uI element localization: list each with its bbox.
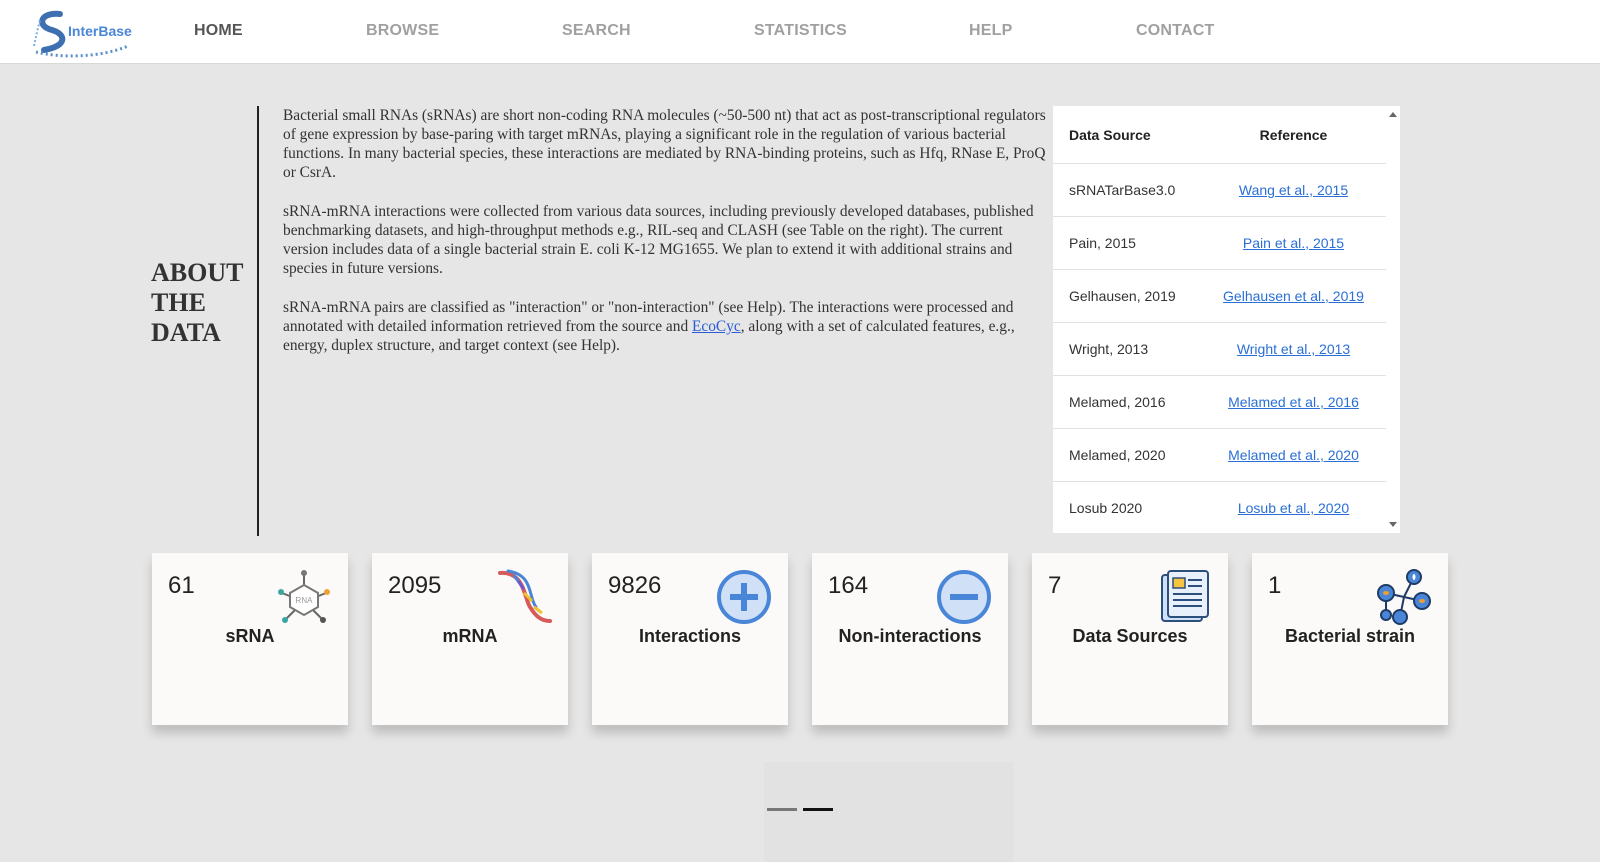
about-text: Bacterial small RNAs (sRNAs) are short n… xyxy=(283,106,1048,375)
stat-label: Interactions xyxy=(638,626,742,646)
svg-text:RNA: RNA xyxy=(296,596,314,605)
source-name: sRNATarBase3.0 xyxy=(1069,182,1176,198)
about-paragraph-3: sRNA-mRNA pairs are classified as "inter… xyxy=(283,298,1048,355)
reference-link[interactable]: Gelhausen et al., 2019 xyxy=(1223,288,1364,304)
top-navbar: InterBase HOME BROWSE SEARCH STATISTICS … xyxy=(0,0,1600,64)
stat-card-data-sources[interactable]: 7 Data Sources xyxy=(1032,553,1228,725)
source-name: Gelhausen, 2019 xyxy=(1069,288,1176,304)
pager-dot-2[interactable] xyxy=(803,808,833,811)
source-name: Losub 2020 xyxy=(1069,500,1143,516)
stat-card-bacterial-strain[interactable]: 1 Bacterial strain xyxy=(1252,553,1448,725)
stat-label: sRNA xyxy=(225,626,275,646)
reference-link[interactable]: Wright et al., 2013 xyxy=(1237,341,1350,357)
nav-browse[interactable]: BROWSE xyxy=(366,22,439,40)
stat-label: mRNA xyxy=(442,626,498,646)
stat-value: 61 xyxy=(168,572,195,599)
table-row: Gelhausen, 2019 Gelhausen et al., 2019 xyxy=(1053,269,1386,322)
table-row: Wright, 2013 Wright et al., 2013 xyxy=(1053,322,1386,375)
about-paragraph-1: Bacterial small RNAs (sRNAs) are short n… xyxy=(283,107,1046,181)
stat-value: 9826 xyxy=(608,572,662,599)
nav-help[interactable]: HELP xyxy=(969,22,1012,40)
reference-link[interactable]: Melamed et al., 2016 xyxy=(1228,394,1359,410)
about-title-line: DATA xyxy=(151,318,221,347)
source-name: Melamed, 2016 xyxy=(1069,394,1166,410)
stat-label: Data Sources xyxy=(1072,626,1188,646)
source-name: Melamed, 2020 xyxy=(1069,447,1166,463)
ecocyc-link[interactable]: EcoCyc xyxy=(692,318,741,335)
bacteria-network-icon xyxy=(1377,569,1431,625)
source-name: Pain, 2015 xyxy=(1069,235,1136,251)
nav-search[interactable]: SEARCH xyxy=(562,22,631,40)
nav-home[interactable]: HOME xyxy=(194,22,243,40)
stat-value: 2095 xyxy=(388,572,442,599)
header-data-source: Data Source xyxy=(1069,126,1151,143)
dna-helix-icon xyxy=(498,569,552,623)
data-sources-table[interactable]: Data Source Reference sRNATarBase3.0 Wan… xyxy=(1053,106,1400,533)
table-header-row: Data Source Reference xyxy=(1053,106,1386,163)
pager-dot-1[interactable] xyxy=(767,808,797,811)
table-row: sRNATarBase3.0 Wang et al., 2015 xyxy=(1053,163,1386,216)
table-row: Pain, 2015 Pain et al., 2015 xyxy=(1053,216,1386,269)
stat-label: Non-interactions xyxy=(838,626,982,646)
table-scrollbar[interactable] xyxy=(1386,106,1400,533)
table-row: Melamed, 2020 Melamed et al., 2020 xyxy=(1053,428,1386,481)
reference-link[interactable]: Losub et al., 2020 xyxy=(1238,500,1349,516)
about-title: ABOUT THE DATA xyxy=(151,258,251,348)
table-row: Losub 2020 Losub et al., 2020 xyxy=(1053,481,1386,533)
stat-card-srna[interactable]: 61 sRNA RNA xyxy=(152,553,348,725)
reference-link[interactable]: Wang et al., 2015 xyxy=(1239,182,1348,198)
minus-circle-icon xyxy=(937,570,991,624)
plus-circle-icon xyxy=(717,570,771,624)
reference-link[interactable]: Pain et al., 2015 xyxy=(1243,235,1344,251)
stat-value: 1 xyxy=(1268,572,1282,599)
scroll-down-arrow-icon[interactable] xyxy=(1389,522,1397,527)
carousel-pager-area xyxy=(764,762,1014,862)
stat-card-mrna[interactable]: 2095 mRNA xyxy=(372,553,568,725)
stat-value: 7 xyxy=(1048,572,1062,599)
stat-value: 164 xyxy=(828,572,869,599)
document-icon xyxy=(1161,570,1209,622)
nav-contact[interactable]: CONTACT xyxy=(1136,22,1214,40)
stat-card-non-interactions[interactable]: 164 Non-interactions xyxy=(812,553,1008,725)
stat-card-interactions[interactable]: 9826 Interactions xyxy=(592,553,788,725)
about-paragraph-2: sRNA-mRNA interactions were collected fr… xyxy=(283,203,1034,277)
scroll-up-arrow-icon[interactable] xyxy=(1389,112,1397,117)
table-row: Melamed, 2016 Melamed et al., 2016 xyxy=(1053,375,1386,428)
header-reference: Reference xyxy=(1259,126,1328,143)
nav-statistics[interactable]: STATISTICS xyxy=(754,22,847,40)
logo-text: InterBase xyxy=(68,23,132,39)
section-divider xyxy=(257,106,259,536)
interbase-logo[interactable]: InterBase xyxy=(30,6,132,58)
reference-link[interactable]: Melamed et al., 2020 xyxy=(1228,447,1359,463)
about-title-line: THE xyxy=(151,288,206,317)
stat-label: Bacterial strain xyxy=(1284,626,1416,646)
rna-molecule-icon: RNA xyxy=(278,570,330,623)
about-title-line: ABOUT xyxy=(151,258,244,287)
source-name: Wright, 2013 xyxy=(1069,341,1149,357)
